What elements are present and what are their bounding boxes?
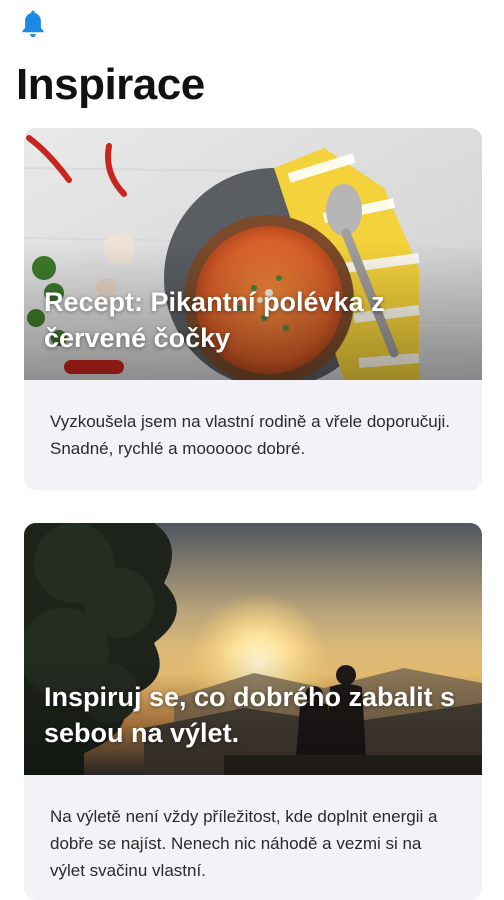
card-description: Na výletě není vždy příležitost, kde dop… — [50, 807, 438, 880]
lentil-soup-photo: Recept: Pikantní polévka z červené čočky — [24, 128, 482, 380]
card-description: Vyzkoušela jsem na vlastní rodině a vřel… — [50, 412, 451, 458]
page-title: Inspirace — [16, 60, 205, 109]
sunset-hikers-photo: Inspiruj se, co dobrého zabalit s sebou … — [24, 523, 482, 775]
card-headline: Recept: Pikantní polévka z červené čočky — [44, 287, 385, 353]
bell-icon[interactable] — [18, 8, 48, 40]
article-card-trip[interactable]: Inspiruj se, co dobrého zabalit s sebou … — [24, 523, 482, 900]
top-bar — [0, 0, 504, 46]
card-headline: Inspiruj se, co dobrého zabalit s sebou … — [44, 682, 456, 748]
article-card-recipe[interactable]: Recept: Pikantní polévka z červené čočky… — [24, 128, 482, 490]
